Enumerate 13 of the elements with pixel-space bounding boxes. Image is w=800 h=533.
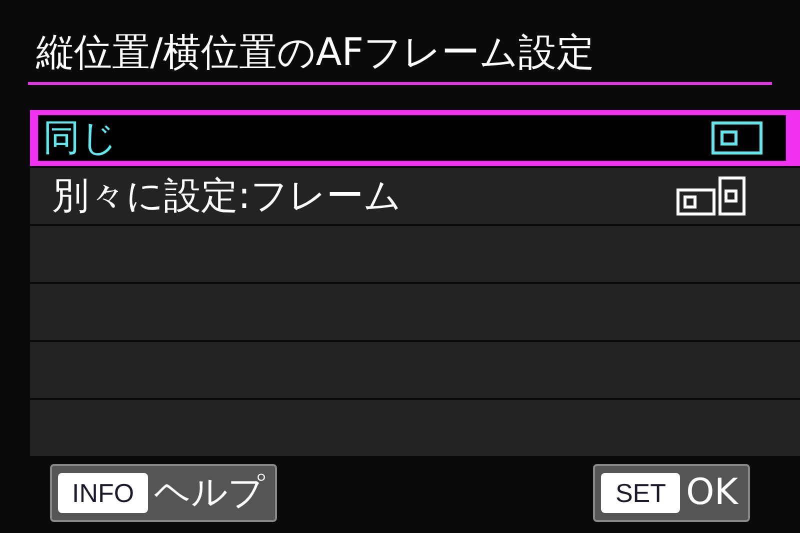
screen-title: 縦位置/横位置のAFフレーム設定 xyxy=(36,30,596,74)
menu-item-label: 別々に設定:フレーム xyxy=(52,173,402,220)
help-button[interactable]: INFO ヘルプ xyxy=(50,464,278,522)
ok-button[interactable]: SET OK xyxy=(593,464,750,522)
key-label: SET xyxy=(601,473,680,513)
key-label: INFO xyxy=(58,473,148,513)
button-label: OK xyxy=(686,471,740,515)
frame-icon xyxy=(711,121,763,155)
menu-item-label: 同じ xyxy=(43,115,118,162)
button-label: ヘルプ xyxy=(154,471,266,515)
menu-item[interactable]: 別々に設定:フレーム xyxy=(30,168,800,224)
menu-item[interactable]: 同じ xyxy=(30,110,800,166)
frame-pair-icon xyxy=(676,176,748,216)
